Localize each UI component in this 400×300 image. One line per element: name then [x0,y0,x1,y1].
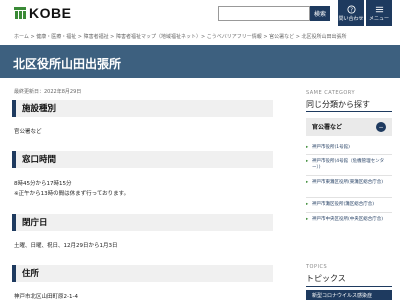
section-heading-address: 住所 [12,265,273,282]
facility-type-text: 官公署など [14,129,42,135]
same-category-heading: 同じ分類から探す [306,100,370,109]
hours-note: ※正午から13時の間は休まず行っております。 [14,191,130,197]
collapse-icon[interactable]: − [376,122,386,132]
sidebar-link[interactable]: 神戸市役所(1号館) [306,145,392,151]
closed-days-text: 土曜、日曜、祝日、12月29日から1月3日 [14,243,118,249]
sidebar-divider [306,175,392,176]
logo-text: KOBE [29,5,72,21]
topics-rule [306,286,392,287]
section-heading-hours: 窓口時間 [12,151,273,168]
page-title: 北区役所山田出張所 [13,57,122,71]
search-input[interactable] [218,6,310,21]
sidebar-divider [306,197,392,198]
menu-label: メニュー [368,15,389,22]
last-updated: 最終更新日：2022年8月29日 [14,89,82,95]
search-button[interactable]: 検索 [310,6,330,21]
inquiry-label: 問い合わせ [338,15,364,22]
sidebar-link[interactable]: 神戸市役所(4号館（危機管理センター）) [306,159,392,171]
sidebar-divider [306,154,392,155]
same-category-en: SAME CATEGORY [306,90,356,96]
topics-heading: トピックス [306,274,346,283]
site-header: KOBE 検索 ? 問い合わせ メニュー [0,0,400,30]
kobe-logo[interactable]: KOBE [14,5,72,21]
breadcrumb[interactable]: ホーム > 健康・医療・福祉 > 障害者福祉 > 障害者福祉マップ（地域福祉ネッ… [14,33,394,40]
section-heading-facility-type: 施設種別 [12,100,273,117]
question-icon: ? [346,4,356,13]
hamburger-icon [375,6,383,12]
sidebar-link[interactable]: 神戸市東灘区役所(東灘区総合庁舎) [306,180,392,186]
menu-button[interactable]: メニュー [366,0,392,26]
kobe-logo-icon [14,7,26,19]
inquiry-button[interactable]: ? 問い合わせ [338,0,364,26]
hours-text: 8時45分から17時15分 [14,181,72,187]
sidebar-link[interactable]: 神戸市中央区役所(中央区総合庁舎) [306,217,392,223]
sidebar-link[interactable]: 神戸市灘区役所(灘区総合庁舎) [306,202,392,208]
section-heading-closed-days: 閉庁日 [12,214,273,231]
sidebar-divider [306,212,392,213]
sidebar-rule [306,111,392,112]
address-text: 神戸市北区山田町原2-1-4 [14,294,78,300]
svg-text:?: ? [350,7,353,13]
topic-link[interactable]: 新型コロナウイルス感染症 [306,290,392,300]
topics-en: TOPICS [306,264,328,270]
